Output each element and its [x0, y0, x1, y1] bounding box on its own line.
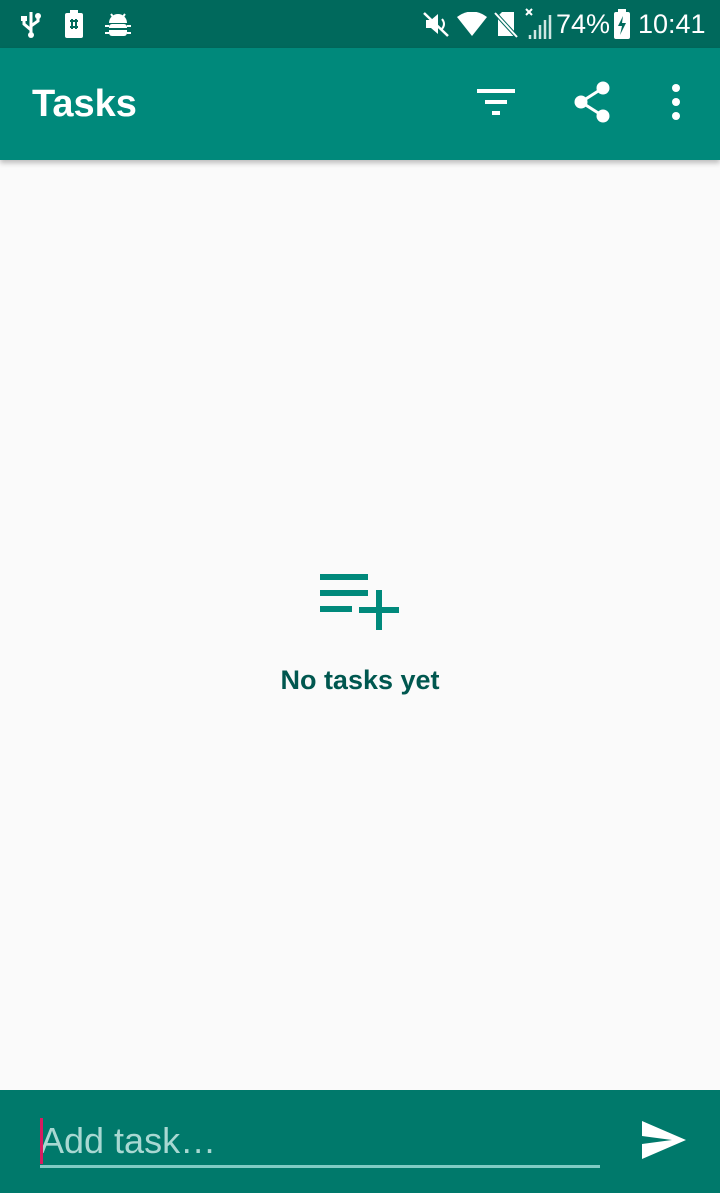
- share-icon: [572, 81, 612, 128]
- task-list-area: No tasks yet: [0, 160, 720, 1090]
- app-bar: Tasks: [0, 48, 720, 160]
- battery-saver-icon: [62, 0, 86, 48]
- filter-icon: [477, 88, 515, 121]
- share-button[interactable]: [564, 76, 620, 132]
- page-title: Tasks: [32, 83, 137, 125]
- battery-charging-icon: [612, 0, 632, 48]
- send-button[interactable]: [636, 1116, 692, 1168]
- status-bar: 74% 10:41: [0, 0, 720, 48]
- battery-percent: 74%: [556, 9, 611, 39]
- playlist-add-icon: [318, 572, 402, 632]
- signal-off-icon: [524, 0, 552, 48]
- android-debug-icon: [104, 0, 132, 48]
- empty-state-message: No tasks yet: [280, 665, 440, 695]
- more-options-button[interactable]: [648, 76, 704, 132]
- usb-icon: [18, 0, 44, 48]
- add-task-input[interactable]: [40, 1116, 600, 1168]
- more-vert-icon: [671, 83, 681, 125]
- text-caret: [40, 1118, 43, 1164]
- clock: 10:41: [638, 9, 706, 39]
- send-icon: [642, 1120, 686, 1164]
- add-task-bar: [0, 1090, 720, 1193]
- mute-icon: [422, 0, 450, 48]
- no-sim-icon: [492, 0, 520, 48]
- wifi-icon: [456, 0, 488, 48]
- filter-button[interactable]: [468, 76, 524, 132]
